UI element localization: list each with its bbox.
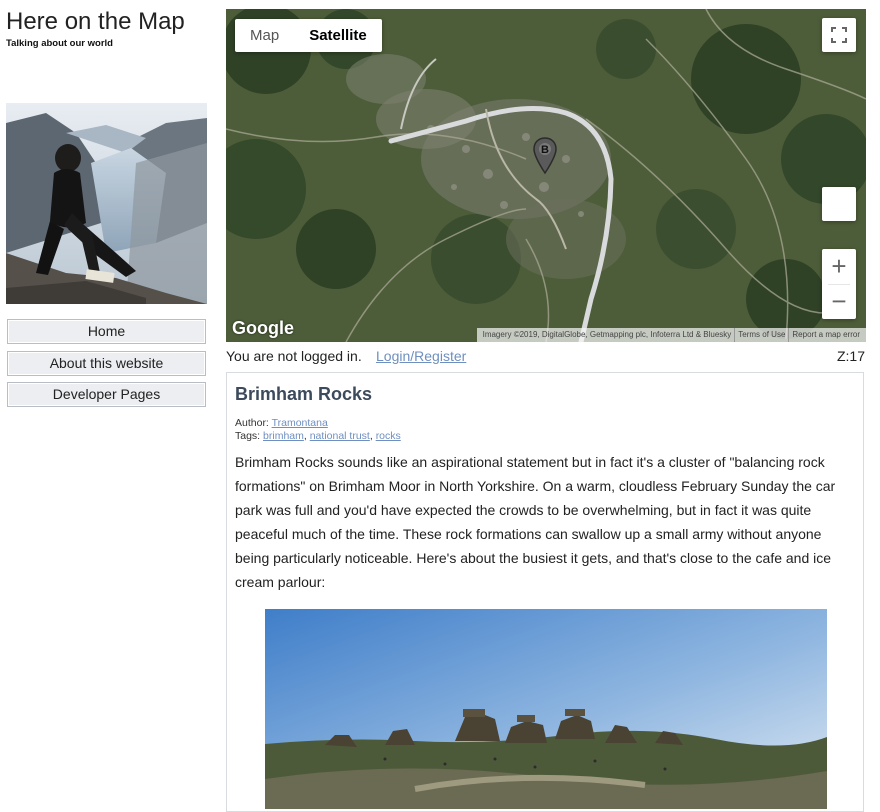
tags-line: Tags: brimham, national trust, rocks	[235, 430, 401, 442]
zoom-level-readout: Z:17	[836, 348, 865, 364]
article-panel: Brimham Rocks Author: Tramontana Tags: b…	[226, 372, 864, 812]
profile-photo-illustration	[6, 103, 207, 304]
brimham-rocks-photo	[265, 609, 827, 809]
map-type-control: Map Satellite	[235, 19, 382, 52]
imagery-attribution: Imagery ©2019, DigitalGlobe, Getmapping …	[482, 330, 732, 339]
map-attribution: Imagery ©2019, DigitalGlobe, Getmapping …	[476, 328, 866, 342]
satellite-map[interactable]: Map Satellite + − B Google Imagery ©2019…	[226, 9, 866, 342]
article-title: Brimham Rocks	[235, 384, 373, 404]
author-label: Author:	[235, 417, 269, 429]
login-register-link[interactable]: Login/Register	[376, 348, 466, 364]
zoom-out-button[interactable]: −	[822, 284, 856, 319]
sidebar-nav: Home About this website Developer Pages	[7, 319, 206, 414]
article-body: Brimham Rocks sounds like an aspirationa…	[235, 454, 836, 590]
zoom-in-button[interactable]: +	[822, 249, 856, 284]
nav-home-button[interactable]: Home	[7, 319, 206, 344]
author-link[interactable]: Tramontana	[272, 417, 328, 429]
site-tagline: Talking about our world	[6, 38, 113, 49]
tag-link[interactable]: national trust	[310, 430, 370, 442]
google-logo: Google	[232, 318, 294, 338]
map-marker-icon[interactable]: B	[533, 137, 557, 177]
profile-photo	[6, 103, 207, 304]
zoom-separator	[828, 284, 850, 285]
nav-about-button[interactable]: About this website	[7, 350, 206, 376]
map-view-button[interactable]: Map	[235, 19, 294, 52]
tag-link[interactable]: brimham	[263, 430, 304, 442]
satellite-view-button[interactable]: Satellite	[294, 19, 382, 52]
site-title: Here on the Map	[6, 8, 185, 35]
article-meta: Author: Tramontana Tags: brimham, nation…	[235, 417, 401, 443]
fullscreen-button[interactable]	[822, 18, 856, 52]
street-view-button[interactable]	[822, 187, 856, 221]
fullscreen-icon	[831, 27, 847, 43]
article-photo[interactable]	[265, 609, 827, 809]
tag-link[interactable]: rocks	[376, 430, 401, 442]
report-map-error-link[interactable]: Report a map error	[788, 328, 863, 342]
terms-link[interactable]: Terms of Use	[734, 328, 788, 342]
login-status-text: You are not logged in.	[226, 348, 362, 364]
map-marker-label: B	[541, 144, 549, 156]
zoom-control: + −	[822, 249, 856, 319]
tags-label: Tags:	[235, 430, 261, 442]
nav-developer-button[interactable]: Developer Pages	[7, 382, 206, 407]
author-line: Author: Tramontana	[235, 417, 401, 430]
